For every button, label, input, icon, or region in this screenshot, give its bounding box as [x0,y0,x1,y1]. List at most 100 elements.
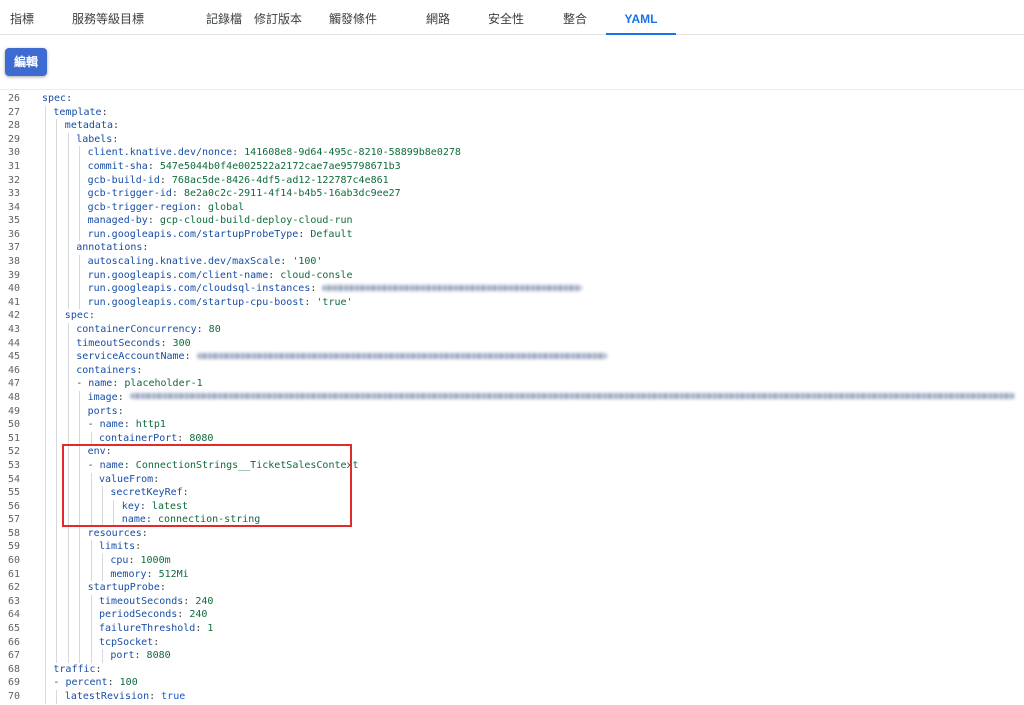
code-line: 32 gcb-build-id: 768ac5de-8426-4df5-ad12-… [0,173,1024,188]
indent-guide [45,676,46,690]
line-number: 45 [7,351,20,363]
tab-2[interactable]: 記錄檔 [198,3,250,35]
line-number: 70 [7,690,20,702]
edit-button[interactable]: 編輯 [5,48,47,76]
code-line: 40 run.googleapis.com/cloudsql-instances: [0,282,1024,296]
code-line: 37 annotations: [0,241,1024,256]
colon: : [171,188,178,200]
yaml-key: secretKeyRef [110,487,183,499]
indent-guide [56,214,58,228]
indent-guide [67,255,69,269]
indent-guide [45,431,46,446]
indent-guide [79,187,81,201]
indent-guide [56,689,58,704]
yaml-key: cpu [110,555,129,567]
code-content: template: [53,106,107,120]
indent-guide [45,662,46,677]
yaml-value: 300 [172,337,191,349]
colon: : [160,337,167,349]
tab-3[interactable]: 修訂版本 [250,3,306,35]
line-number: 42 [7,310,20,322]
indent-guide [56,119,58,133]
indent-guide [79,567,81,582]
line-number: 36 [7,228,20,240]
colon: : [139,500,146,512]
colon: : [159,582,166,594]
line-number: 64 [7,609,20,621]
indent-guide [56,227,58,242]
indent-guide [67,187,69,201]
indent-guide [67,200,69,215]
yaml-key: gcb-build-id [87,174,160,186]
code-content: - percent: 100 [53,676,137,690]
tab-0[interactable]: 指標 [0,3,44,35]
indent-guide [79,268,81,283]
list-dash: - [87,459,100,471]
yaml-value: 'true' [316,296,353,308]
indent-guide [67,649,69,663]
colon: : [123,419,130,431]
indent-guide [45,513,46,527]
yaml-key: managed-by [87,215,148,227]
code-line: 68 traffic: [0,662,1024,677]
indent-guide [90,567,92,582]
yaml-value: 240 [195,595,214,607]
tab-4[interactable]: 觸發條件 [320,3,386,35]
tab-8[interactable]: YAML [606,3,676,35]
line-number: 39 [7,269,20,281]
tab-7[interactable]: 整合 [555,3,595,35]
indent-guide [56,554,58,568]
indent-guide [45,159,46,174]
indent-guide [67,567,69,582]
colon: : [304,296,311,308]
indent-guide [67,282,69,296]
yaml-editor[interactable]: 26 spec: 27 template: 28 metadata: 29 labels: 30… [0,89,1024,705]
indent-guide [56,608,58,622]
colon: : [105,446,112,458]
indent-guide [67,458,69,473]
code-line: 29 labels: [0,132,1024,147]
code-line: 70 latestRevision: true [0,689,1024,704]
line-number: 69 [7,677,20,689]
tab-5[interactable]: 網路 [418,3,458,35]
line-number: 51 [7,432,20,444]
line-number: 52 [7,446,20,458]
yaml-key: commit-sha [87,160,148,172]
yaml-value: 240 [189,609,208,621]
indent-guide [90,635,92,650]
code-line: 52 env: [0,445,1024,459]
indent-guide [79,200,81,215]
yaml-value: 8080 [146,650,171,662]
yaml-key: autoscaling.knative.dev/maxScale [87,256,281,268]
yaml-value: placeholder-1 [124,378,203,390]
indent-guide [67,472,69,487]
indent-guide [90,622,92,636]
list-dash: - [87,419,100,431]
indent-guide [79,554,81,568]
indent-guide [56,295,58,310]
indent-guide [45,323,46,337]
line-number: 56 [7,500,20,512]
indent-guide [56,581,58,595]
colon: : [128,555,135,567]
tab-1[interactable]: 服務等級目標 [58,3,158,35]
yaml-value: Default [310,228,353,240]
colon: : [117,405,124,417]
code-content: - name: http1 [88,418,166,432]
yaml-key: serviceAccountName [76,351,185,363]
colon: : [298,228,305,240]
indent-guide [67,418,69,432]
colon: : [112,120,119,132]
indent-guide [56,173,58,188]
yaml-value: '100' [292,256,323,268]
indent-guide [79,622,81,636]
indent-guide [67,513,69,527]
indent-guide [56,486,58,500]
line-number: 57 [7,514,20,526]
code-line: 48 image: [0,390,1024,405]
yaml-value: 100 [119,677,138,689]
line-number: 66 [7,636,20,648]
yaml-key: containers [76,364,137,376]
indent-guide [56,418,58,432]
tab-6[interactable]: 安全性 [484,3,528,35]
